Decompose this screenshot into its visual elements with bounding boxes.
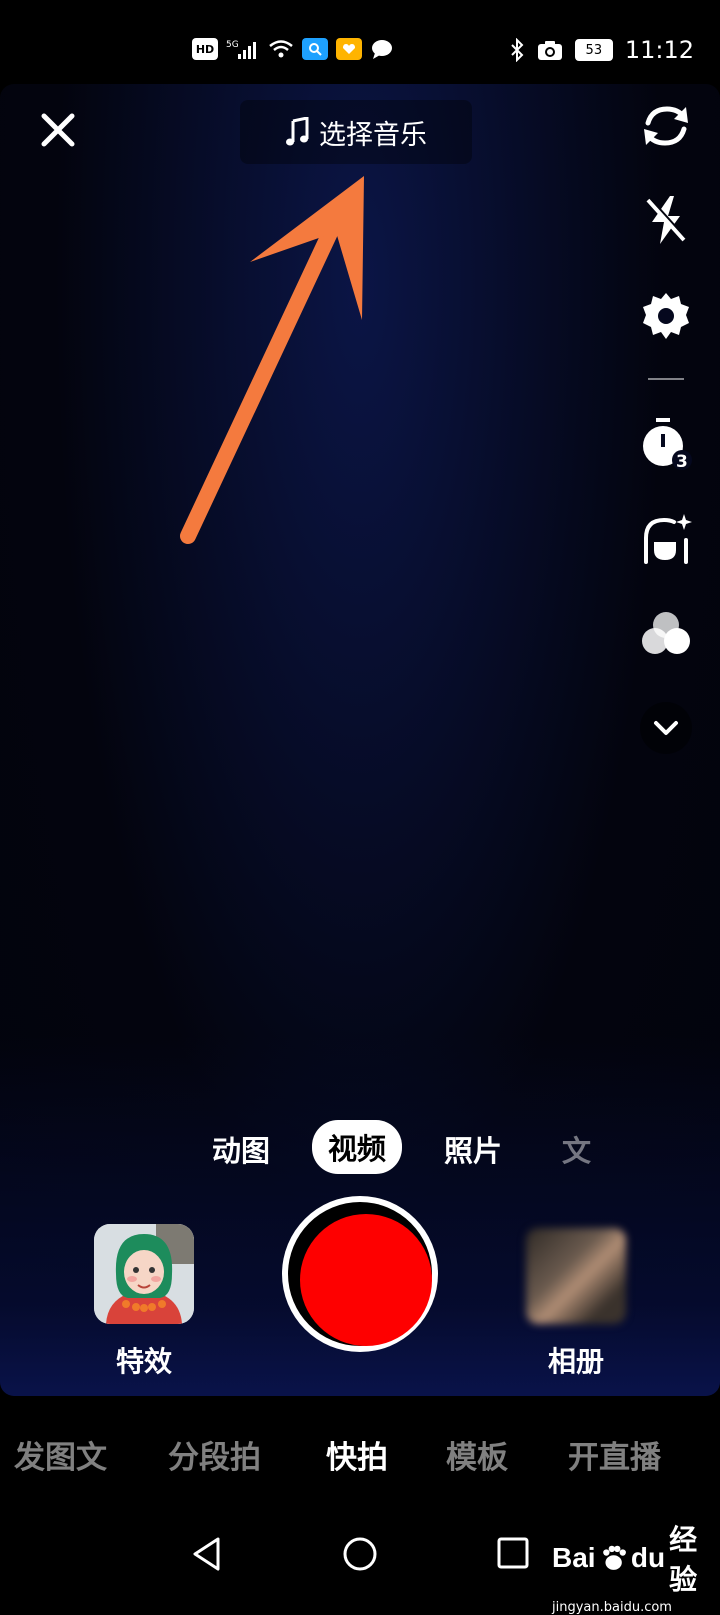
annotation-arrow — [180, 176, 364, 544]
timer-3s-icon[interactable]: 3 — [640, 418, 692, 470]
status-bar: HD 5G 53 11:12 — [0, 0, 720, 84]
heart-app-icon — [336, 38, 362, 60]
filter-icon[interactable] — [640, 608, 692, 660]
camera-icon — [537, 41, 562, 60]
status-left-icons: HD 5G — [192, 38, 394, 60]
hd-icon: HD — [192, 38, 218, 60]
mode-photo[interactable]: 照片 — [444, 1128, 502, 1170]
music-note-icon — [286, 117, 309, 146]
paw-icon — [602, 1545, 626, 1570]
mode-animated[interactable]: 动图 — [212, 1128, 270, 1170]
record-button[interactable] — [282, 1196, 438, 1352]
tab-go-live[interactable]: 开直播 — [568, 1432, 661, 1477]
capture-mode-selector: 动图 视频 照片 文 — [0, 1120, 720, 1176]
baidu-watermark: Bai du 经验 jingyan.baidu.com — [552, 1518, 720, 1615]
baidu-logo: Bai du 经验 — [552, 1524, 698, 1595]
tab-post-image-text[interactable]: 发图文 — [14, 1432, 107, 1477]
tab-template[interactable]: 模板 — [446, 1432, 508, 1477]
baidu-url: jingyan.baidu.com — [552, 1600, 672, 1615]
home-nav-icon[interactable] — [342, 1536, 378, 1572]
svg-text:5G: 5G — [226, 40, 239, 50]
status-time: 11:12 — [624, 36, 694, 64]
search-app-icon — [302, 38, 328, 60]
battery-icon: 53 — [574, 39, 613, 61]
wifi-icon — [269, 40, 293, 58]
flash-off-icon[interactable] — [640, 194, 692, 246]
recents-nav-icon[interactable] — [496, 1536, 530, 1570]
back-nav-icon[interactable] — [190, 1536, 224, 1572]
bluetooth-icon — [511, 38, 524, 62]
effect-avatar-image — [94, 1224, 194, 1324]
expand-chevron-icon[interactable] — [640, 702, 692, 754]
chat-icon — [372, 40, 392, 59]
record-button-core — [300, 1214, 432, 1346]
select-music-label: 选择音乐 — [319, 119, 427, 151]
signal-icon: 5G — [226, 40, 256, 59]
beauty-icon[interactable] — [640, 512, 692, 564]
settings-icon[interactable] — [640, 290, 692, 342]
album-thumbnail[interactable] — [526, 1228, 626, 1324]
status-right-icons: 53 11:12 — [509, 36, 694, 64]
select-music-button[interactable]: 选择音乐 — [240, 100, 472, 164]
tab-segment-shoot[interactable]: 分段拍 — [168, 1432, 261, 1477]
record-ring — [288, 1202, 432, 1346]
album-label[interactable]: 相册 — [548, 1340, 604, 1380]
flip-camera-icon[interactable] — [640, 100, 692, 152]
rail-divider — [648, 378, 684, 380]
svg-text:3: 3 — [676, 452, 688, 470]
mode-video[interactable]: 视频 — [312, 1120, 403, 1174]
effects-label[interactable]: 特效 — [116, 1340, 172, 1380]
effects-thumbnail[interactable] — [94, 1224, 194, 1324]
close-icon[interactable] — [38, 110, 78, 150]
tab-quick-shoot[interactable]: 快拍 — [326, 1432, 388, 1477]
bottom-tab-bar: 发图文 分段拍 快拍 模板 开直播 — [0, 1396, 720, 1506]
mode-text[interactable]: 文 — [562, 1128, 591, 1170]
